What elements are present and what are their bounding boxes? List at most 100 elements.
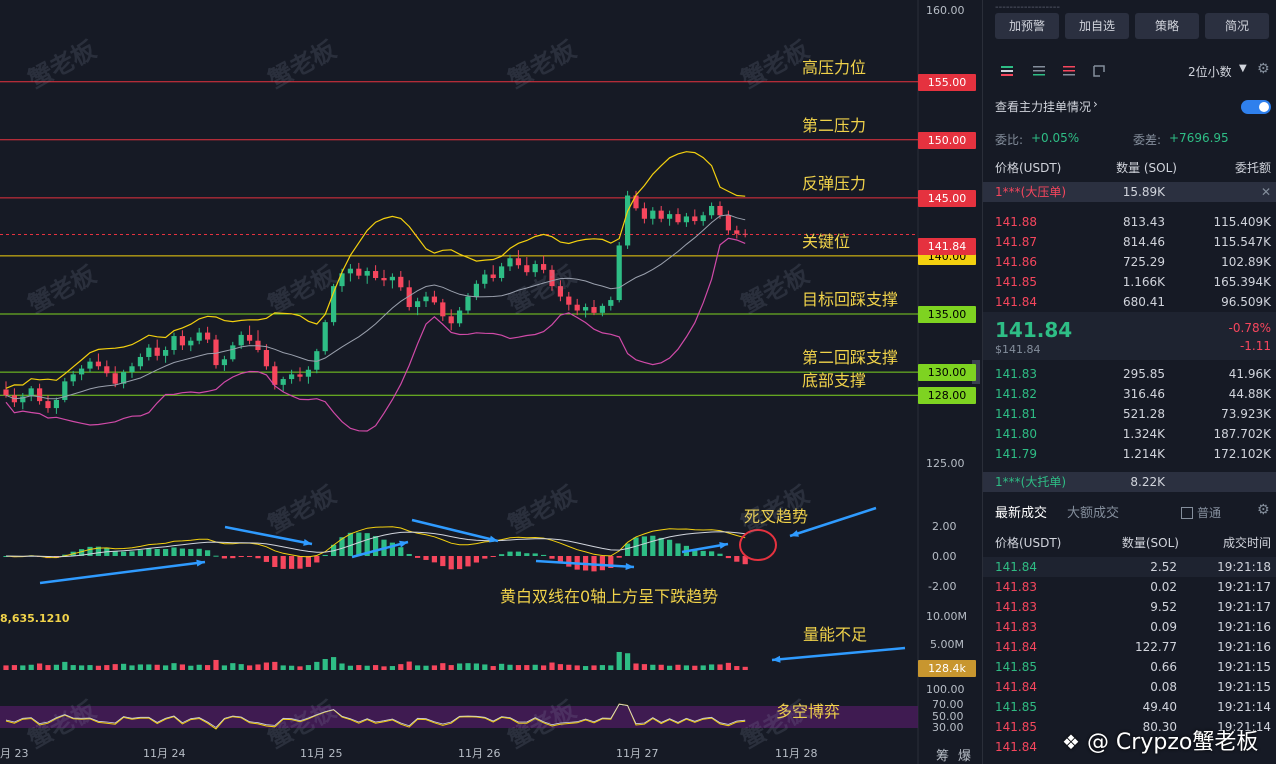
candle-body bbox=[238, 334, 244, 346]
ask-row[interactable]: 141.87 814.46 115.547K bbox=[983, 232, 1276, 252]
volume-bar bbox=[112, 664, 118, 670]
volume-bar bbox=[507, 664, 513, 670]
macd-hist-bar bbox=[431, 556, 437, 563]
candle-body bbox=[499, 266, 505, 278]
macd-hist-bar bbox=[499, 554, 505, 556]
candle-body bbox=[347, 268, 353, 274]
macd-axis-0: 0.00 bbox=[932, 550, 957, 563]
bid-row[interactable]: 141.80 1.324K 187.702K bbox=[983, 424, 1276, 444]
strategy-button[interactable]: 策略 bbox=[1135, 13, 1199, 39]
ratio-value: +0.05% bbox=[1031, 131, 1080, 145]
volume-bar bbox=[95, 665, 101, 670]
ask-qty: 680.41 bbox=[1123, 295, 1165, 309]
ask-row[interactable]: 141.84 680.41 96.509K bbox=[983, 292, 1276, 312]
volume-bar bbox=[423, 665, 429, 670]
depth-toggle-switch[interactable] bbox=[1241, 100, 1271, 114]
volume-bar bbox=[532, 664, 538, 670]
tab-latest-trades[interactable]: 最新成交 bbox=[995, 502, 1047, 521]
candle-body bbox=[322, 322, 328, 352]
candle-body bbox=[221, 359, 227, 366]
close-icon[interactable]: ✕ bbox=[1261, 182, 1271, 202]
bid-row[interactable]: 141.83 295.85 41.96K bbox=[983, 364, 1276, 384]
big-ask-row[interactable]: 1***(大压单) 15.89K ✕ bbox=[983, 182, 1276, 202]
ask-row[interactable]: 141.85 1.166K 165.394K bbox=[983, 272, 1276, 292]
macd-hist-bar bbox=[415, 556, 421, 558]
change-pct: -0.78% bbox=[1228, 321, 1271, 335]
chips-label[interactable]: 筹 bbox=[936, 745, 949, 764]
level-label-2: 反弹压力 bbox=[802, 173, 867, 193]
ask-row[interactable]: 141.88 813.43 115.409K bbox=[983, 212, 1276, 232]
chevron-right-icon[interactable]: › bbox=[1093, 97, 1098, 111]
settings-icon[interactable]: ⚙ bbox=[1257, 61, 1270, 77]
macd-hist-bar bbox=[305, 556, 311, 567]
trade-row: 141.84 0.08 19:21:15 bbox=[983, 677, 1276, 697]
macd-hist-bar bbox=[163, 549, 169, 556]
tab-large-trades[interactable]: 大额成交 bbox=[1067, 502, 1119, 521]
bid-amount: 44.88K bbox=[1228, 387, 1271, 401]
volume-bar bbox=[331, 657, 337, 670]
trade-settings-icon[interactable]: ⚙ bbox=[1257, 502, 1270, 518]
candle-body bbox=[507, 258, 513, 267]
book-list-icon[interactable] bbox=[1031, 63, 1047, 79]
trade-time: 19:21:14 bbox=[1217, 700, 1271, 714]
macd-hist-bar bbox=[448, 556, 454, 570]
candle-body bbox=[709, 205, 715, 216]
book-asks-icon[interactable] bbox=[1061, 63, 1077, 79]
normal-checkbox[interactable] bbox=[1181, 507, 1193, 519]
candle-body bbox=[465, 296, 471, 311]
trade-qty: 9.52 bbox=[1150, 600, 1177, 614]
chart-background bbox=[0, 0, 918, 764]
amount-header[interactable]: 委托额 bbox=[1235, 158, 1271, 178]
volume-bar bbox=[583, 666, 589, 670]
candle-body bbox=[440, 302, 446, 317]
volume-bar bbox=[667, 665, 673, 670]
add-alert-button[interactable]: 加预警 bbox=[995, 13, 1059, 39]
liquidation-label[interactable]: 爆 bbox=[958, 745, 971, 764]
decimals-chevron-icon[interactable]: ▼ bbox=[1239, 63, 1247, 74]
volume-bar bbox=[238, 664, 244, 670]
summary-button[interactable]: 简况 bbox=[1205, 13, 1269, 39]
macd-hist-bar bbox=[465, 556, 471, 567]
macd-hist-bar bbox=[272, 556, 278, 568]
last-price: 141.84 bbox=[995, 318, 1073, 342]
macd-hist-bar bbox=[515, 551, 521, 556]
bid-row[interactable]: 141.79 1.214K 172.102K bbox=[983, 444, 1276, 464]
level-tag-2: 145.00 bbox=[918, 189, 976, 207]
trade-price: 141.83 bbox=[995, 600, 1037, 614]
bid-row[interactable]: 141.81 521.28 73.923K bbox=[983, 404, 1276, 424]
book-bids-icon[interactable] bbox=[1091, 63, 1107, 79]
last-price-usd: $141.84 bbox=[995, 343, 1041, 356]
volume-bar bbox=[20, 665, 26, 670]
big-bid-row[interactable]: 1***(大托单) 8.22K bbox=[983, 472, 1276, 492]
decimals-select[interactable]: 2位小数 bbox=[1188, 63, 1232, 80]
level-label-4: 目标回踩支撑 bbox=[802, 290, 899, 309]
candle-body bbox=[700, 215, 706, 222]
trade-row: 141.83 0.02 19:21:17 bbox=[983, 577, 1276, 597]
ask-qty: 814.46 bbox=[1123, 235, 1165, 249]
volume-bar bbox=[37, 663, 43, 670]
macd-hist-bar bbox=[709, 551, 715, 556]
ask-row[interactable]: 141.86 725.29 102.89K bbox=[983, 252, 1276, 272]
volume-bar bbox=[322, 659, 328, 670]
macd-hist-bar bbox=[625, 543, 631, 556]
add-watchlist-button[interactable]: 加自选 bbox=[1065, 13, 1129, 39]
level-tag-5: 130.00 bbox=[918, 364, 976, 382]
volume-bar bbox=[280, 665, 286, 670]
book-both-icon[interactable] bbox=[999, 63, 1015, 79]
trade-qty-header[interactable]: 数量(SOL) bbox=[1122, 533, 1179, 553]
candle-body bbox=[616, 245, 622, 301]
big-ask-value: 15.89K bbox=[1122, 185, 1165, 199]
macd-hist-bar bbox=[482, 556, 488, 559]
candle-body bbox=[230, 345, 236, 360]
macd-hist-bar bbox=[112, 551, 118, 556]
chart-area[interactable]: 160.00 125.00 155.00 150.00 145.00 140.00 13… bbox=[0, 0, 980, 764]
bid-price: 141.82 bbox=[995, 387, 1037, 401]
qty-header[interactable]: 数量 (SOL) bbox=[1116, 158, 1177, 178]
volume-bar bbox=[675, 664, 681, 670]
candle-body bbox=[263, 350, 269, 367]
bid-row[interactable]: 141.82 316.46 44.88K bbox=[983, 384, 1276, 404]
current-price-tag: 141.84 bbox=[918, 238, 976, 255]
macd-hist-bar bbox=[675, 543, 681, 556]
panel-top-dashes: ------------------ bbox=[995, 2, 1060, 13]
volume-annotation: 量能不足 bbox=[803, 625, 868, 644]
